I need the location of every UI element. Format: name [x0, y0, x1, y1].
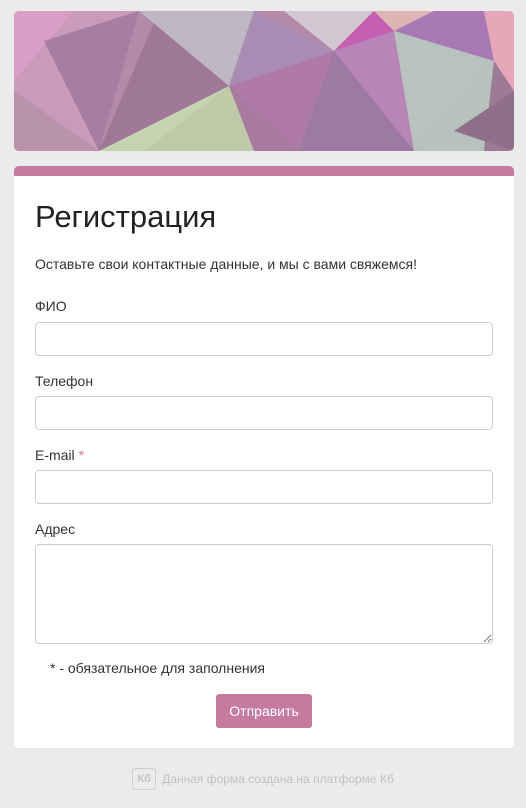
header-banner [14, 11, 514, 151]
platform-footer[interactable]: Кб Данная форма создана на платформе Кб [0, 768, 526, 790]
fio-label-text: ФИО [35, 298, 67, 314]
phone-label-text: Телефон [35, 373, 94, 389]
address-label-text: Адрес [35, 521, 76, 537]
registration-form: Регистрация Оставьте свои контактные дан… [14, 166, 514, 748]
address-label: Адрес [35, 521, 75, 537]
footer-text[interactable]: Данная форма создана на платформе Кб [162, 772, 394, 786]
required-asterisk: * [78, 447, 85, 463]
email-label: E-mail * [35, 447, 84, 463]
address-textarea[interactable] [35, 544, 493, 644]
form-subtitle: Оставьте свои контактные данные, и мы с … [35, 256, 418, 272]
fio-input[interactable] [35, 322, 493, 356]
polygon-banner-image [14, 11, 514, 151]
email-label-text: E-mail [35, 447, 75, 463]
fio-label: ФИО [35, 298, 67, 314]
phone-label: Телефон [35, 373, 93, 389]
required-note: * - обязательное для заполнения [50, 660, 265, 676]
submit-button[interactable]: Отправить [216, 694, 312, 728]
email-input[interactable] [35, 470, 493, 504]
phone-input[interactable] [35, 396, 493, 430]
platform-logo-icon: Кб [132, 768, 157, 790]
form-title: Регистрация [35, 199, 217, 234]
